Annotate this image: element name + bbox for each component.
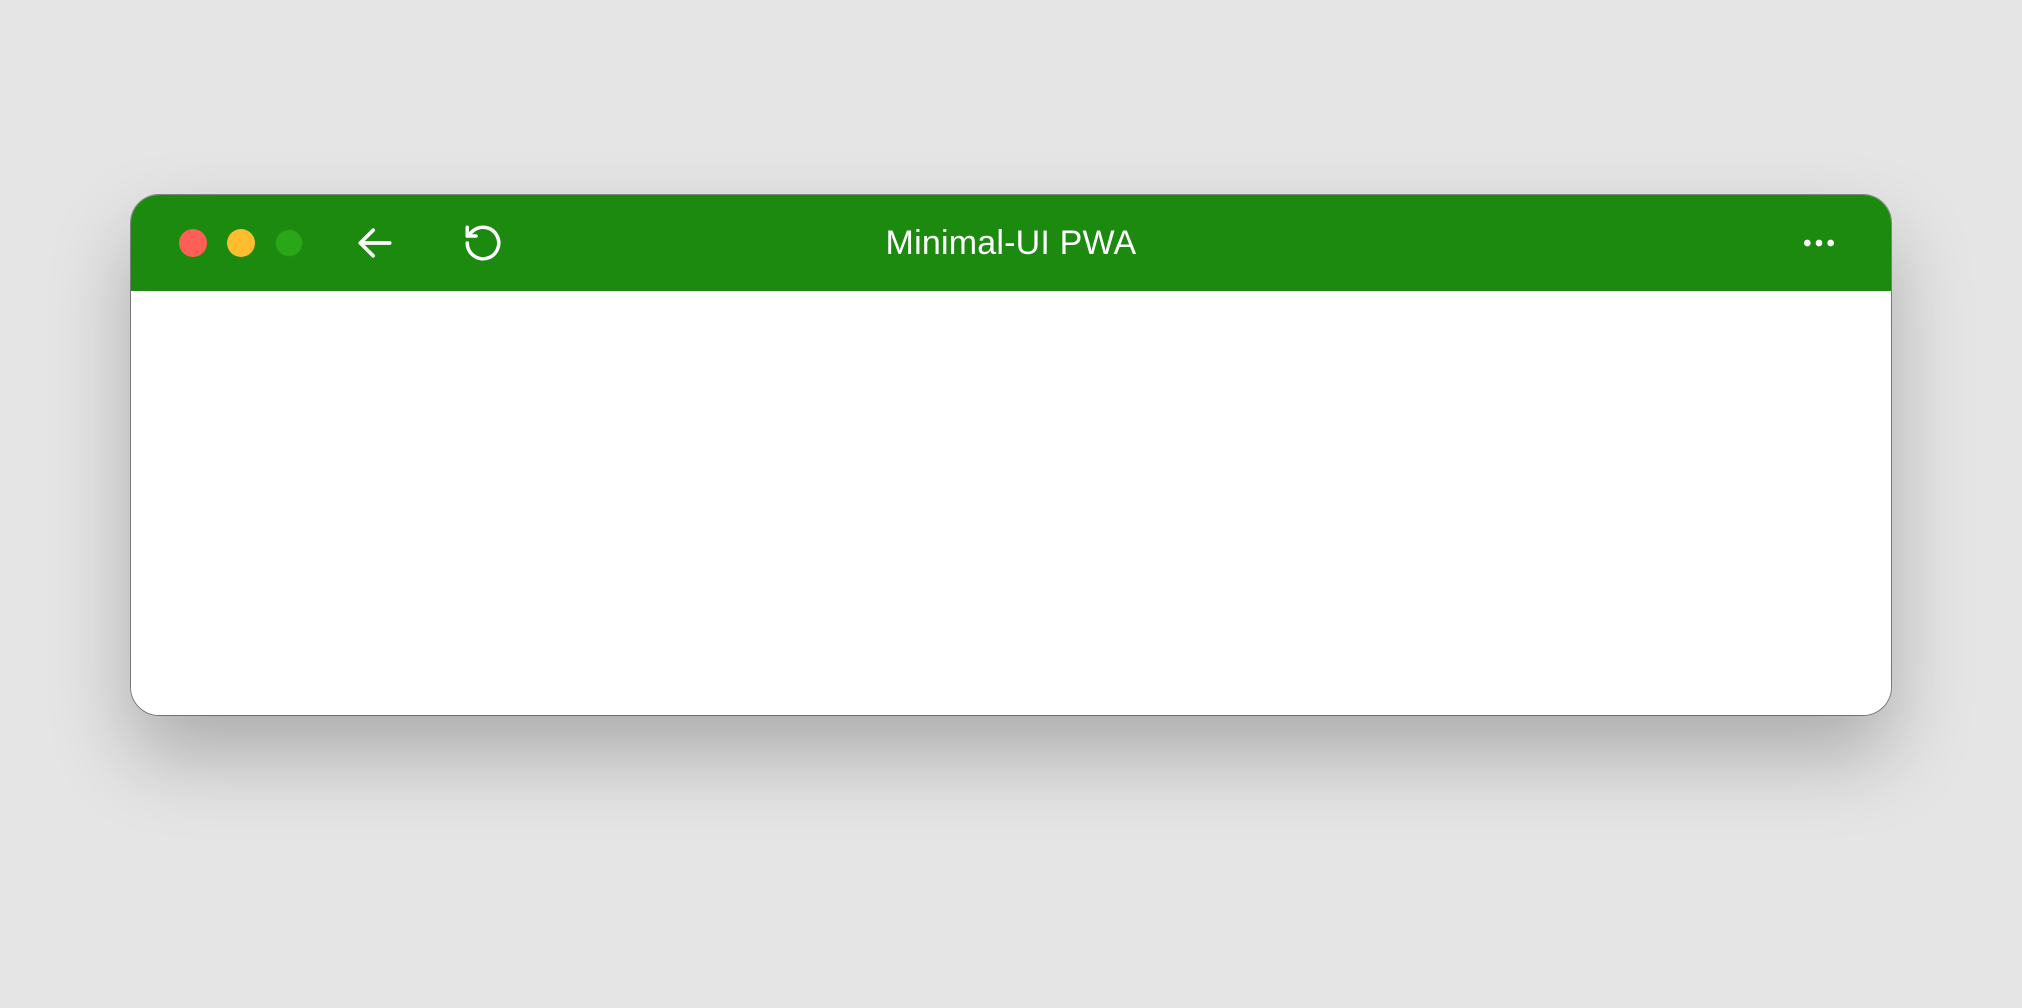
content-area xyxy=(131,291,1891,715)
reload-button[interactable] xyxy=(459,219,507,267)
titlebar: Minimal-UI PWA xyxy=(131,195,1891,291)
minimize-button[interactable] xyxy=(227,229,255,257)
back-button[interactable] xyxy=(351,219,399,267)
app-window: Minimal-UI PWA xyxy=(131,195,1891,715)
maximize-button[interactable] xyxy=(275,229,303,257)
traffic-lights xyxy=(179,229,303,257)
arrow-left-icon xyxy=(353,221,397,265)
more-button[interactable] xyxy=(1795,219,1843,267)
close-button[interactable] xyxy=(179,229,207,257)
reload-icon xyxy=(462,222,504,264)
more-horizontal-icon xyxy=(1799,223,1839,263)
window-title: Minimal-UI PWA xyxy=(886,224,1137,263)
